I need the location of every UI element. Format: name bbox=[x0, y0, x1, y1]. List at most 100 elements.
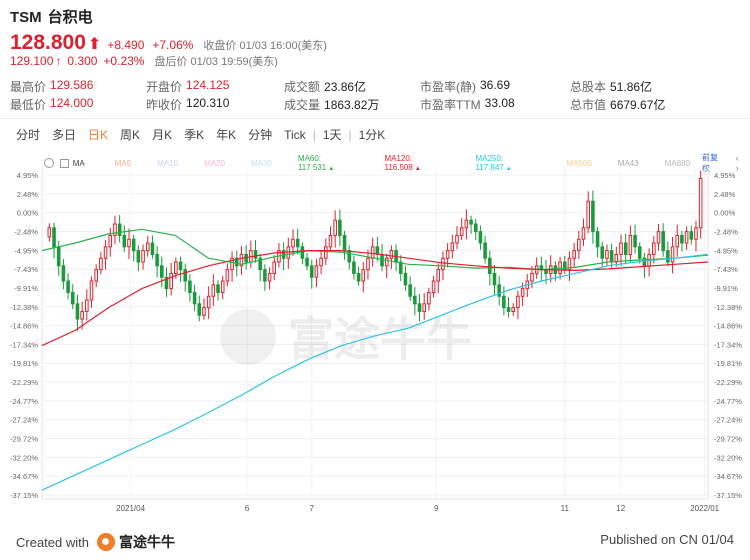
candle-body bbox=[619, 242, 623, 255]
tab-日K[interactable]: 日K bbox=[82, 126, 114, 144]
candle-body bbox=[338, 219, 342, 236]
candle-body bbox=[117, 223, 122, 236]
candle-body bbox=[600, 246, 605, 259]
tab-多日[interactable]: 多日 bbox=[46, 126, 82, 144]
candle-body bbox=[389, 250, 394, 259]
candle-body bbox=[89, 280, 94, 301]
candle-body bbox=[633, 234, 637, 248]
y-tick-label-right: -19.81% bbox=[714, 359, 742, 368]
y-tick-label-right: -32.20% bbox=[714, 453, 742, 462]
x-tick-label: 7 bbox=[310, 504, 315, 513]
tab-周K[interactable]: 周K bbox=[114, 126, 146, 144]
stat-label: 成交量 bbox=[284, 98, 321, 112]
candle-body bbox=[94, 269, 98, 282]
stat-cell: 市盈率TTM 33.08 bbox=[420, 96, 570, 114]
candle-body bbox=[577, 238, 581, 252]
y-tick-label-left: -32.20% bbox=[10, 453, 38, 462]
candle-body bbox=[319, 257, 323, 267]
y-tick-label-right: -17.34% bbox=[714, 340, 742, 349]
candle-body bbox=[80, 310, 84, 320]
candle-body bbox=[197, 303, 202, 316]
candle-body bbox=[75, 303, 80, 320]
stat-cell: 总市值 6679.67亿 bbox=[570, 96, 740, 114]
candle-body bbox=[52, 227, 56, 248]
tab-分时[interactable]: 分时 bbox=[10, 126, 46, 144]
candle-body bbox=[403, 272, 408, 286]
candle-body bbox=[328, 234, 333, 248]
candle-body bbox=[211, 284, 216, 297]
y-tick-label-left: -2.48% bbox=[14, 227, 38, 236]
candle-body bbox=[661, 231, 665, 252]
candle-body bbox=[56, 246, 61, 267]
y-tick-label-left: 4.95% bbox=[17, 171, 39, 180]
candle-body bbox=[150, 242, 155, 255]
created-with: Created with 富途牛牛 bbox=[16, 532, 175, 552]
stat-cell: 成交额 23.86亿 bbox=[284, 78, 420, 96]
candle-body bbox=[408, 284, 412, 297]
candle-body bbox=[591, 200, 595, 233]
y-tick-label-left: -19.81% bbox=[10, 359, 38, 368]
x-tick-label: 6 bbox=[245, 504, 250, 513]
y-tick-label-right: -29.72% bbox=[714, 435, 742, 444]
stat-cell: 最低价 124.000 bbox=[10, 96, 146, 114]
y-tick-label-left: -17.34% bbox=[10, 340, 38, 349]
footer: Created with 富途牛牛 Published on CN 01/04 bbox=[0, 524, 750, 560]
after-hours-change: 0.300 bbox=[67, 54, 98, 68]
y-tick-label-right: -9.91% bbox=[714, 284, 738, 293]
candle-body bbox=[178, 261, 183, 271]
stats-grid: 最高价 129.586 开盘价 124.125 成交额 23.86亿 市盈率(静) 36.69… bbox=[10, 78, 740, 114]
candle-body bbox=[183, 269, 188, 282]
candle-body bbox=[300, 246, 305, 259]
period-select[interactable]: 1天 bbox=[317, 126, 348, 144]
tab-季K[interactable]: 季K bbox=[178, 126, 210, 144]
candle-body bbox=[225, 269, 230, 282]
candle-body bbox=[450, 242, 455, 252]
stock-title: TSM 台积电 bbox=[10, 6, 93, 27]
tab-分钟[interactable]: 分钟 bbox=[242, 126, 278, 144]
candle-body bbox=[455, 234, 459, 244]
tab-月K[interactable]: 月K bbox=[146, 126, 178, 144]
candle-body bbox=[623, 242, 628, 255]
minute-select[interactable]: 1分K bbox=[353, 126, 392, 144]
y-tick-label-right: -27.24% bbox=[714, 416, 742, 425]
divider bbox=[0, 118, 750, 119]
candle-body bbox=[309, 265, 314, 278]
tab-Tick[interactable]: Tick bbox=[278, 126, 312, 144]
kline-chart[interactable]: 4.95% 4.95% 2.48% 2.48% 0.00% 0.00% -2.48% -2.4… bbox=[0, 165, 750, 521]
watermark: 富途牛牛 bbox=[288, 312, 472, 366]
candle-body bbox=[680, 234, 684, 244]
stat-value: 1863.82万 bbox=[324, 98, 380, 112]
tab-年K[interactable]: 年K bbox=[210, 126, 242, 144]
stat-label: 市盈率TTM bbox=[420, 98, 481, 112]
candle-body bbox=[502, 295, 506, 309]
candle-body bbox=[85, 299, 89, 312]
candle-body bbox=[202, 307, 206, 316]
y-tick-label-right: -4.95% bbox=[714, 246, 738, 255]
stat-label: 市盈率(静) bbox=[420, 80, 476, 94]
after-hours-pct: +0.23% bbox=[103, 54, 145, 68]
stat-value: 23.86亿 bbox=[324, 80, 367, 94]
candle-body bbox=[122, 234, 127, 248]
candle-body bbox=[70, 291, 75, 305]
footer-brand: 富途牛牛 bbox=[118, 534, 175, 550]
candle-body bbox=[478, 231, 483, 244]
y-tick-label-right: -7.43% bbox=[714, 265, 738, 274]
close-time-label: 收盘价 01/03 16:00(美东) bbox=[203, 40, 327, 52]
candle-body bbox=[384, 257, 389, 267]
candle-body bbox=[581, 227, 586, 240]
candle-body bbox=[155, 253, 159, 267]
candle-body bbox=[572, 250, 576, 259]
candle-body bbox=[347, 250, 352, 263]
candle-body bbox=[253, 250, 258, 259]
candle-body bbox=[324, 246, 328, 259]
candle-body bbox=[160, 265, 164, 278]
candle-body bbox=[488, 257, 492, 274]
y-tick-label-left: -24.77% bbox=[10, 397, 38, 406]
candle-body bbox=[427, 291, 431, 305]
candle-body bbox=[99, 257, 103, 271]
candle-body bbox=[459, 227, 464, 236]
candle-body bbox=[483, 242, 487, 259]
y-tick-label-left: -22.29% bbox=[10, 378, 38, 387]
candle-body bbox=[127, 238, 131, 248]
candle-body bbox=[108, 234, 113, 248]
